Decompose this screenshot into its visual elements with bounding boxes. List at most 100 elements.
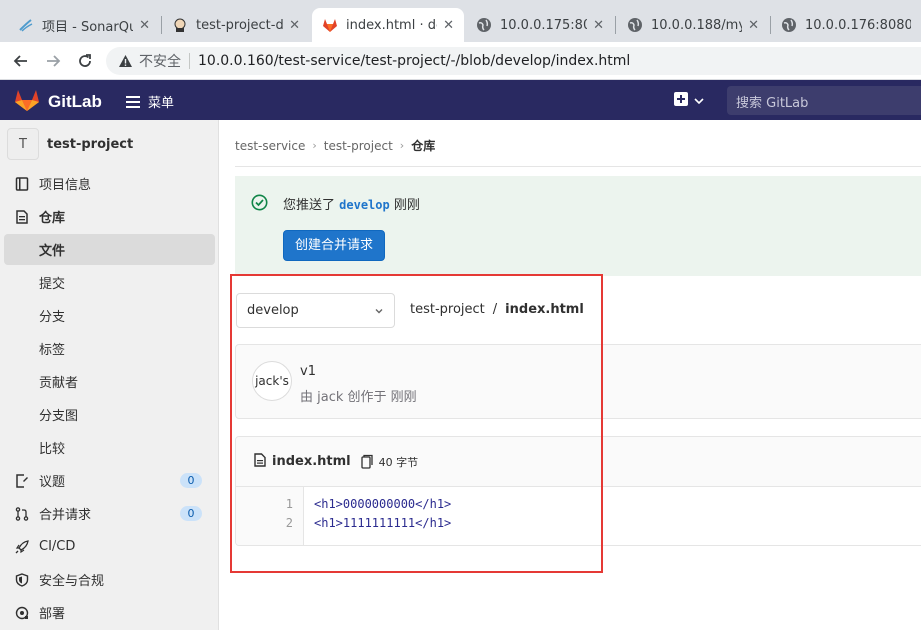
line-number[interactable]: 2 (236, 516, 303, 535)
tab-title: 10.0.0.176:8080 (805, 17, 911, 33)
commit-title[interactable]: v1 (300, 364, 316, 379)
url-bar[interactable]: 不安全 10.0.0.160/test-service/test-project… (106, 47, 921, 75)
code-content: <h1>0000000000</h1> <h1>1111111111</h1> (314, 497, 451, 535)
app-name: GitLab (48, 92, 102, 111)
sidebar-item-label: 分支图 (39, 409, 79, 424)
line-number[interactable]: 1 (236, 497, 303, 516)
sidebar-item-branches[interactable]: 分支 (4, 300, 215, 331)
project-name: test-project (47, 136, 134, 152)
issues-icon (14, 473, 30, 489)
pushed-branch: develop (339, 198, 390, 212)
sidebar-item-merge-requests[interactable]: 合并请求 0 (4, 498, 215, 529)
omnibox-divider (189, 53, 190, 69)
sidebar-item-graph[interactable]: 分支图 (4, 399, 215, 430)
browser-tab-175[interactable]: 10.0.0.175:8080 ✕ (466, 8, 614, 42)
line-numbers: 1 2 (236, 487, 304, 545)
copy-icon[interactable] (360, 454, 373, 469)
sidebar-item-label: 提交 (39, 277, 66, 292)
search-input[interactable]: 搜索 GitLab (727, 86, 921, 115)
chevron-right-icon: › (399, 139, 405, 152)
sidebar-item-label: 议题 (39, 475, 66, 490)
gitlab-icon (322, 17, 338, 33)
avatar-alt-text: jack's (255, 374, 289, 388)
globe-icon (781, 17, 797, 33)
code-line: <h1>0000000000</h1> (314, 497, 452, 511)
sidebar-item-label: 仓库 (39, 211, 66, 226)
jenkins-icon (172, 17, 188, 33)
breadcrumb-current[interactable]: 仓库 (411, 137, 435, 154)
sidebar-item-repository[interactable]: 仓库 (4, 201, 215, 232)
breadcrumb-item[interactable]: test-project (324, 139, 393, 153)
project-info-icon (14, 176, 30, 192)
sidebar-item-label: 分支 (39, 310, 66, 325)
file-header: index.html 40 字节 (236, 437, 921, 487)
branch-selector[interactable]: develop (236, 293, 395, 328)
merge-request-icon (14, 506, 30, 522)
file-icon (254, 452, 266, 471)
gitlab-logo[interactable]: GitLab (14, 88, 102, 116)
close-icon[interactable]: ✕ (593, 18, 604, 33)
url-text[interactable]: 10.0.0.160/test-service/test-project/-/b… (198, 53, 630, 69)
push-prefix: 您推送了 (283, 198, 336, 213)
sidebar-item-issues[interactable]: 议题 0 (4, 465, 215, 496)
sidebar-item-files[interactable]: 文件 (4, 234, 215, 265)
warning-icon[interactable] (118, 54, 133, 68)
branch-selector-value: develop (247, 303, 299, 318)
globe-icon (476, 17, 492, 33)
tab-title: 项目 - SonarQube (42, 19, 134, 35)
browser-tab-sonarqube[interactable]: 项目 - SonarQube ✕ (8, 8, 160, 42)
hamburger-icon (126, 95, 140, 108)
main-menu-button[interactable]: 菜单 (126, 92, 174, 111)
breadcrumb: test-service › test-project › 仓库 (235, 137, 435, 154)
plus-square-icon (674, 92, 688, 110)
check-circle-icon (251, 194, 268, 215)
file-path: test-project / index.html (410, 302, 584, 317)
last-commit-panel: jack's v1 由 jack 创作于 刚刚 (235, 344, 921, 419)
sidebar-item-cicd[interactable]: CI/CD (4, 531, 215, 562)
sidebar-item-label: CI/CD (39, 539, 76, 554)
file-size: 40 字节 (378, 455, 419, 469)
sidebar-item-tags[interactable]: 标签 (4, 333, 215, 364)
browser-tab-gitlab[interactable]: index.html · develop ✕ (312, 8, 464, 42)
close-icon[interactable]: ✕ (289, 18, 300, 33)
sidebar-item-security[interactable]: 安全与合规 (4, 564, 215, 595)
back-icon[interactable] (10, 50, 32, 72)
close-icon[interactable]: ✕ (139, 18, 150, 33)
gitlab-header: GitLab 菜单 搜索 GitLab (0, 80, 921, 120)
chevron-down-icon (694, 98, 704, 104)
sidebar-item-compare[interactable]: 比较 (4, 432, 215, 463)
sidebar-item-deploy[interactable]: 部署 (4, 597, 215, 628)
tab-title: index.html · develop (346, 17, 437, 33)
file-viewer: index.html 40 字节 1 2 <h1>0000000000</h1>… (235, 436, 921, 546)
tab-title: 10.0.0.188/myapp (651, 17, 742, 33)
insecure-label[interactable]: 不安全 (139, 51, 181, 71)
tab-title: test-project-develop (196, 17, 284, 33)
reload-icon[interactable] (74, 50, 96, 72)
shield-icon (14, 572, 30, 588)
close-icon[interactable]: ✕ (748, 18, 759, 33)
gitlab-tanuki-icon (14, 88, 40, 116)
close-icon[interactable]: ✕ (443, 18, 454, 33)
browser-tab-jenkins[interactable]: test-project-develop ✕ (162, 8, 310, 42)
chevron-right-icon: › (312, 139, 317, 152)
project-avatar: T (7, 128, 39, 160)
sidebar-item-contributors[interactable]: 贡献者 (4, 366, 215, 397)
globe-icon (627, 17, 643, 33)
browser-tab-188[interactable]: 10.0.0.188/myapp ✕ (617, 8, 769, 42)
create-merge-request-button[interactable]: 创建合并请求 (283, 230, 386, 261)
sidebar-item-label: 安全与合规 (39, 574, 105, 589)
sidebar-item-project-info[interactable]: 项目信息 (4, 168, 215, 199)
breadcrumb-item[interactable]: test-service (235, 139, 305, 153)
sidebar-item-label: 合并请求 (39, 508, 92, 523)
deploy-icon (14, 605, 30, 621)
forward-icon[interactable] (42, 50, 64, 72)
path-file-name[interactable]: index.html (505, 302, 584, 317)
breadcrumb-divider (235, 166, 921, 167)
browser-tab-176[interactable]: 10.0.0.176:8080 (771, 8, 921, 42)
tab-title: 10.0.0.175:8080 (500, 17, 588, 33)
commit-author-avatar[interactable]: jack's (252, 361, 292, 401)
create-new-button[interactable] (674, 92, 704, 110)
sidebar-project-header[interactable]: T test-project (7, 128, 133, 160)
sidebar-item-commits[interactable]: 提交 (4, 267, 215, 298)
path-project-link[interactable]: test-project (410, 302, 485, 317)
